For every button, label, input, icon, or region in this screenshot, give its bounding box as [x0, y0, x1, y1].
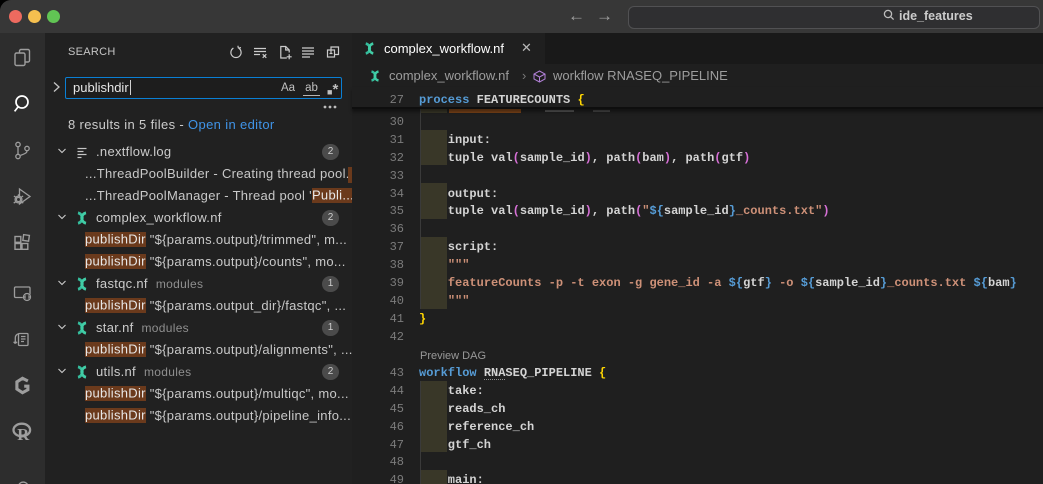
svg-text:R: R — [17, 425, 30, 444]
